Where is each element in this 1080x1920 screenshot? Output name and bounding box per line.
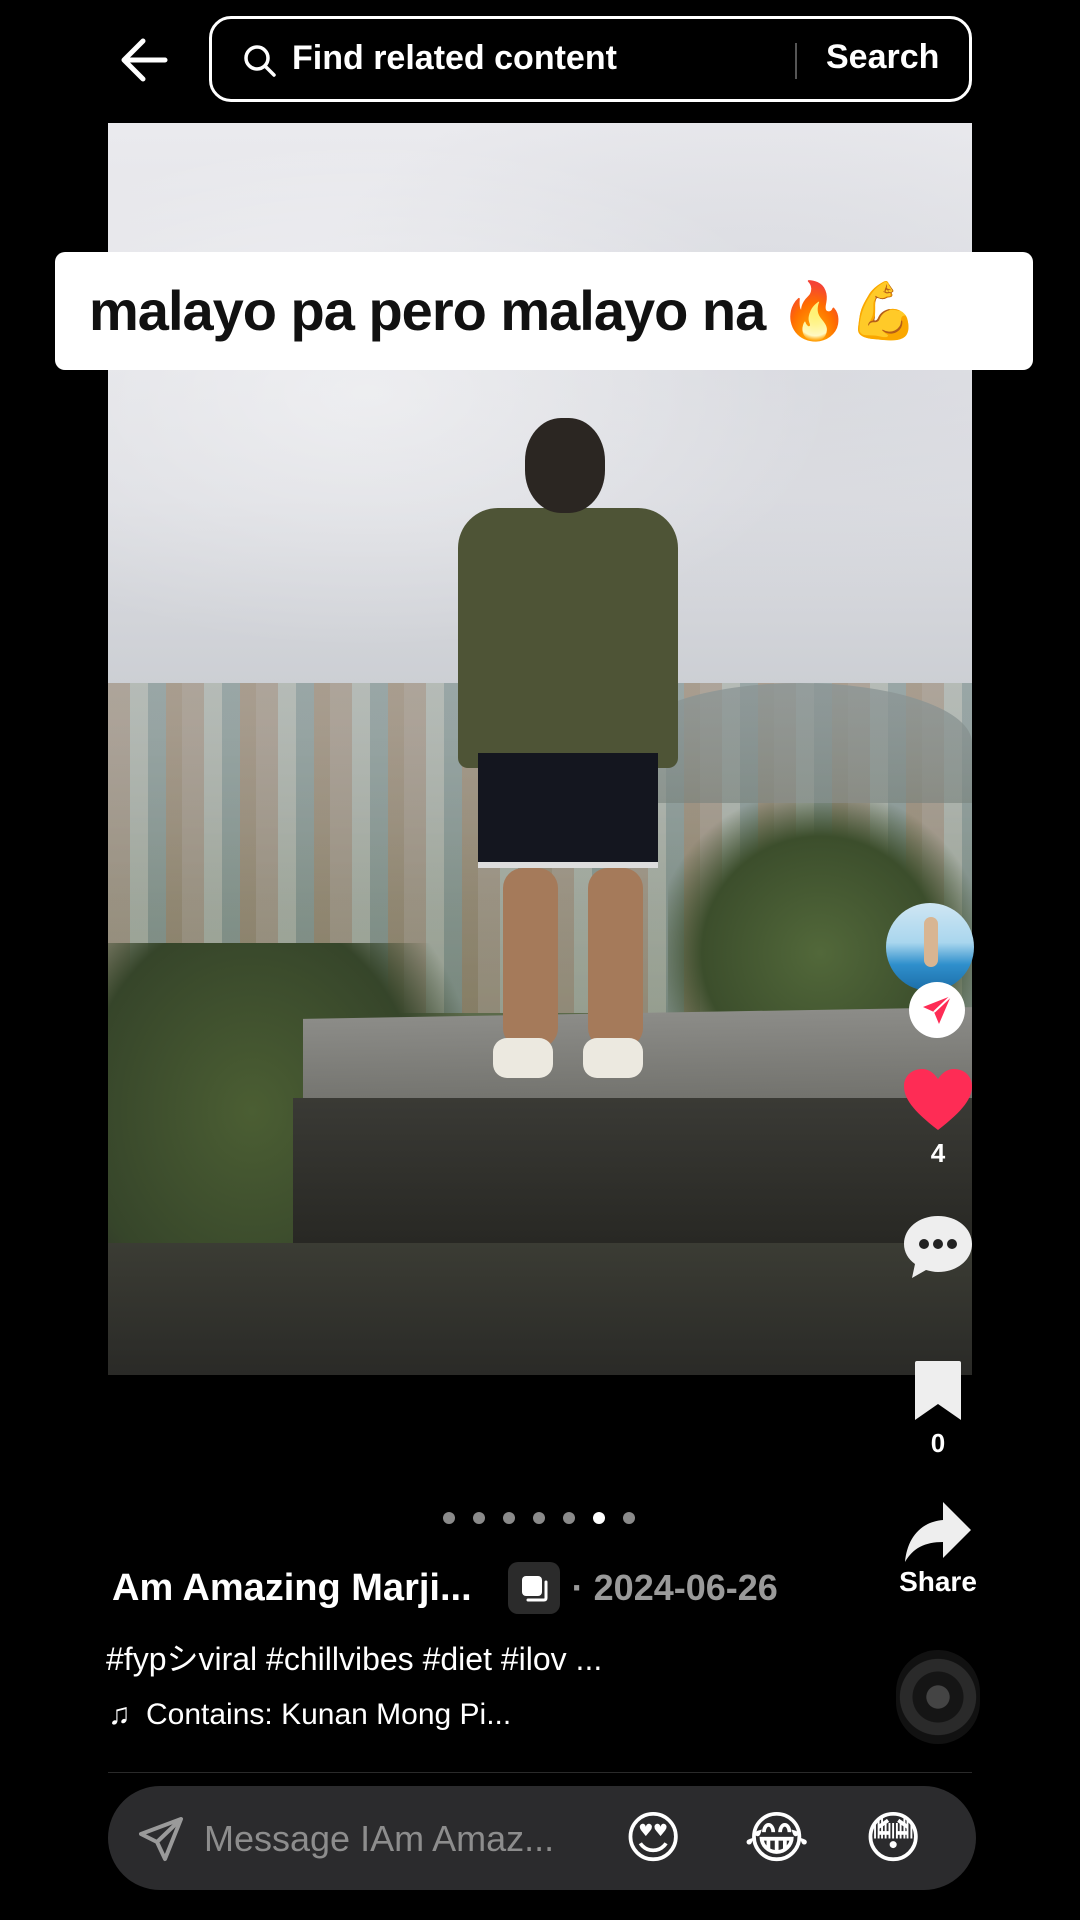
save-button[interactable]: 0	[888, 1360, 988, 1459]
like-count: 4	[930, 1138, 946, 1168]
save-count: 0	[930, 1428, 946, 1458]
heart-icon	[904, 1069, 972, 1130]
avatar-figure	[924, 917, 938, 967]
carousel-dot	[503, 1512, 515, 1524]
post-viewer-screen: Find related content Search malayo pa pe…	[0, 0, 1080, 1920]
bookmark-icon	[915, 1361, 961, 1420]
person-shirt	[458, 508, 678, 768]
divider	[108, 1772, 972, 1773]
author-row: Am Amazing Marji... · 2024-06-26	[112, 1562, 778, 1614]
like-button[interactable]: 4	[888, 1068, 988, 1169]
share-label: Share	[899, 1566, 977, 1597]
carousel-dot	[443, 1512, 455, 1524]
copy-photo-icon	[521, 1576, 548, 1602]
person-head	[525, 418, 605, 513]
search-bar[interactable]: Find related content Search	[209, 16, 972, 102]
carousel-dot	[563, 1512, 575, 1524]
caption-text: malayo pa pero malayo na 🔥💪	[89, 279, 918, 342]
person-shoe	[493, 1038, 553, 1078]
emoji-flushed-button[interactable]: 😳	[864, 1806, 922, 1870]
comment-button[interactable]	[888, 1212, 988, 1280]
carousel-dot-active	[593, 1512, 605, 1524]
send-icon	[923, 995, 952, 1024]
person-leg	[588, 868, 643, 1048]
share-arrow-icon	[905, 1502, 971, 1562]
creator-avatar[interactable]	[886, 903, 974, 991]
search-divider	[795, 43, 797, 79]
carousel-dot	[623, 1512, 635, 1524]
search-input[interactable]: Find related content	[292, 39, 617, 78]
music-row[interactable]: ♫ Contains: Kunan Mong Pi...	[108, 1698, 511, 1732]
message-input[interactable]: Message IAm Amaz...	[204, 1818, 554, 1860]
carousel-dot	[473, 1512, 485, 1524]
follow-button[interactable]	[909, 982, 965, 1038]
caption-overlay: malayo pa pero malayo na 🔥💪	[55, 252, 1033, 370]
emoji-heart-eyes-button[interactable]: 😍	[624, 1806, 682, 1870]
share-button[interactable]: Share	[888, 1500, 988, 1598]
photo-hills	[628, 683, 972, 803]
search-button[interactable]: Search	[826, 38, 939, 77]
arrow-left-icon	[121, 38, 168, 82]
music-disc[interactable]	[896, 1650, 980, 1744]
photo-ground	[108, 1243, 972, 1375]
comment-icon	[904, 1216, 972, 1278]
back-button[interactable]	[112, 28, 176, 92]
person-leg	[503, 868, 558, 1048]
photo-mode-icon	[507, 1562, 560, 1614]
carousel-dot	[533, 1512, 545, 1524]
carousel-indicator	[443, 1512, 635, 1524]
person-shoe	[583, 1038, 643, 1078]
person-shorts	[478, 753, 658, 868]
send-icon	[139, 1817, 183, 1861]
message-bar[interactable]: Message IAm Amaz... 😍 😂 😳	[108, 1786, 976, 1890]
author-name[interactable]: Am Amazing Marji...	[112, 1567, 472, 1610]
search-icon	[244, 45, 276, 77]
emoji-laughing-button[interactable]: 😂	[744, 1806, 809, 1870]
post-date: · 2024-06-26	[571, 1567, 778, 1608]
photo-wall-front	[293, 1098, 972, 1258]
music-title: Contains: Kunan Mong Pi...	[146, 1698, 512, 1731]
music-note-icon: ♫	[108, 1698, 131, 1731]
post-hashtags[interactable]: #fypシviral #chillvibes #diet #ilov ...	[106, 1634, 602, 1680]
